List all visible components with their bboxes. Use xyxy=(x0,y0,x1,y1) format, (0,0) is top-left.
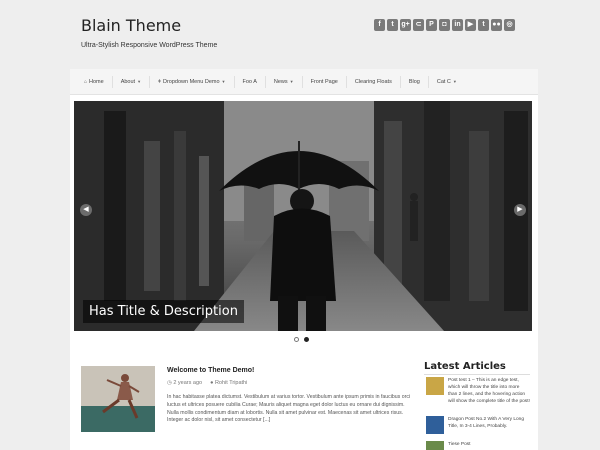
nav-divider xyxy=(111,75,113,88)
slider-pagination xyxy=(294,337,309,342)
post-author[interactable]: ● Rohit Tripathi xyxy=(210,380,247,386)
nav-divider xyxy=(264,75,266,88)
article-title[interactable]: Dragon Post No.2 With A Very Long Title,… xyxy=(448,416,530,434)
article-title[interactable]: Post test 1 – This is an edge test, whic… xyxy=(448,377,530,405)
article-title[interactable]: Tiese Post xyxy=(448,441,470,450)
dribbble-icon[interactable]: ◎ xyxy=(504,19,515,31)
nav-label: Clearing Floats xyxy=(354,78,392,85)
nav-item-front-page[interactable]: Front Page xyxy=(311,79,338,85)
linkedin-icon[interactable]: in xyxy=(452,19,463,31)
home-icon: ⌂ xyxy=(84,78,88,85)
nav-label: Front Page xyxy=(310,78,338,85)
nav-label: News xyxy=(273,78,288,85)
nav-item-about[interactable]: About ▼ xyxy=(121,79,141,85)
nav-label: Home xyxy=(89,78,104,85)
nav-label: About xyxy=(120,78,136,85)
nav-item-dropdown-menu-demo[interactable]: ǂ Dropdown Menu Demo ▼ xyxy=(158,79,225,85)
slider-dot[interactable] xyxy=(294,337,299,342)
nav-divider xyxy=(149,75,151,88)
slide-image xyxy=(74,101,532,331)
latest-article[interactable]: Dragon Post No.2 With A Very Long Title,… xyxy=(426,416,530,434)
main-navigation: ⌂ Home About ▼ ǂ Dropdown Menu Demo ▼ Fo… xyxy=(70,69,538,95)
pin-icon: ǂ xyxy=(158,78,161,85)
nav-label: Blog xyxy=(408,78,420,85)
main-container: ⌂ Home About ▼ ǂ Dropdown Menu Demo ▼ Fo… xyxy=(70,69,538,450)
chevron-down-icon: ▼ xyxy=(289,79,294,84)
social-icons: f t g+ ⊂ P ◘ in ▶ t ●● ◎ xyxy=(374,19,515,31)
post-thumbnail[interactable] xyxy=(81,366,155,432)
post-thumbnail-image xyxy=(81,366,155,432)
nav-item-blog[interactable]: Blog xyxy=(409,79,420,85)
instagram-icon[interactable]: ◘ xyxy=(439,19,450,31)
facebook-icon[interactable]: f xyxy=(374,19,385,31)
nav-item-home[interactable]: ⌂ Home xyxy=(84,79,104,85)
nav-item-news[interactable]: News ▼ xyxy=(274,79,294,85)
chevron-down-icon: ▼ xyxy=(452,79,457,84)
nav-divider xyxy=(233,75,235,88)
post-excerpt: In hac habitasse platea dictumst. Vestib… xyxy=(167,394,411,424)
post-meta: ◷ 2 years ago ● Rohit Tripathi xyxy=(167,380,247,386)
article-thumbnail[interactable] xyxy=(426,377,444,395)
nav-item-clearing-floats[interactable]: Clearing Floats xyxy=(355,79,392,85)
flickr-icon[interactable]: ●● xyxy=(491,19,502,31)
post-author-text: Rohit Tripathi xyxy=(214,380,248,386)
article-thumbnail[interactable] xyxy=(426,416,444,434)
twitter-icon[interactable]: t xyxy=(387,19,398,31)
slider-dot-active[interactable] xyxy=(304,337,309,342)
slide-caption[interactable]: Has Title & Description xyxy=(83,300,244,323)
tumblr-icon[interactable]: t xyxy=(478,19,489,31)
slider-next-button[interactable]: ▶ xyxy=(514,204,526,216)
site-tagline: Ultra-Stylish Responsive WordPress Theme xyxy=(81,42,218,49)
post-title[interactable]: Welcome to Theme Demo! xyxy=(167,367,254,374)
nav-item-foo-a[interactable]: Foo A xyxy=(243,79,257,85)
nav-divider xyxy=(399,75,401,88)
latest-article[interactable]: Post test 1 – This is an edge test, whic… xyxy=(426,377,530,405)
nav-divider xyxy=(345,75,347,88)
nav-item-cat-c[interactable]: Cat C ▼ xyxy=(437,79,457,85)
sidebar-divider xyxy=(424,374,530,375)
post-date: ◷ 2 years ago xyxy=(167,380,202,386)
nav-divider xyxy=(301,75,303,88)
nav-divider xyxy=(427,75,429,88)
slider-prev-button[interactable]: ◀ xyxy=(80,204,92,216)
youtube-icon[interactable]: ▶ xyxy=(465,19,476,31)
featured-slider[interactable]: ◀ ▶ Has Title & Description xyxy=(74,101,532,331)
rss-icon[interactable]: ⊂ xyxy=(413,19,424,31)
site-title[interactable]: Blain Theme xyxy=(81,16,181,35)
latest-article[interactable]: Tiese Post xyxy=(426,441,530,450)
nav-label: Dropdown Menu Demo xyxy=(162,78,220,85)
post-date-text: 2 years ago xyxy=(173,380,203,386)
sidebar-title: Latest Articles xyxy=(424,361,506,372)
pinterest-icon[interactable]: P xyxy=(426,19,437,31)
google-plus-icon[interactable]: g+ xyxy=(400,19,411,31)
nav-label: Cat C xyxy=(436,78,451,85)
chevron-down-icon: ▼ xyxy=(137,79,142,84)
nav-label: Foo A xyxy=(242,78,257,85)
chevron-down-icon: ▼ xyxy=(221,79,226,84)
article-thumbnail[interactable] xyxy=(426,441,444,450)
